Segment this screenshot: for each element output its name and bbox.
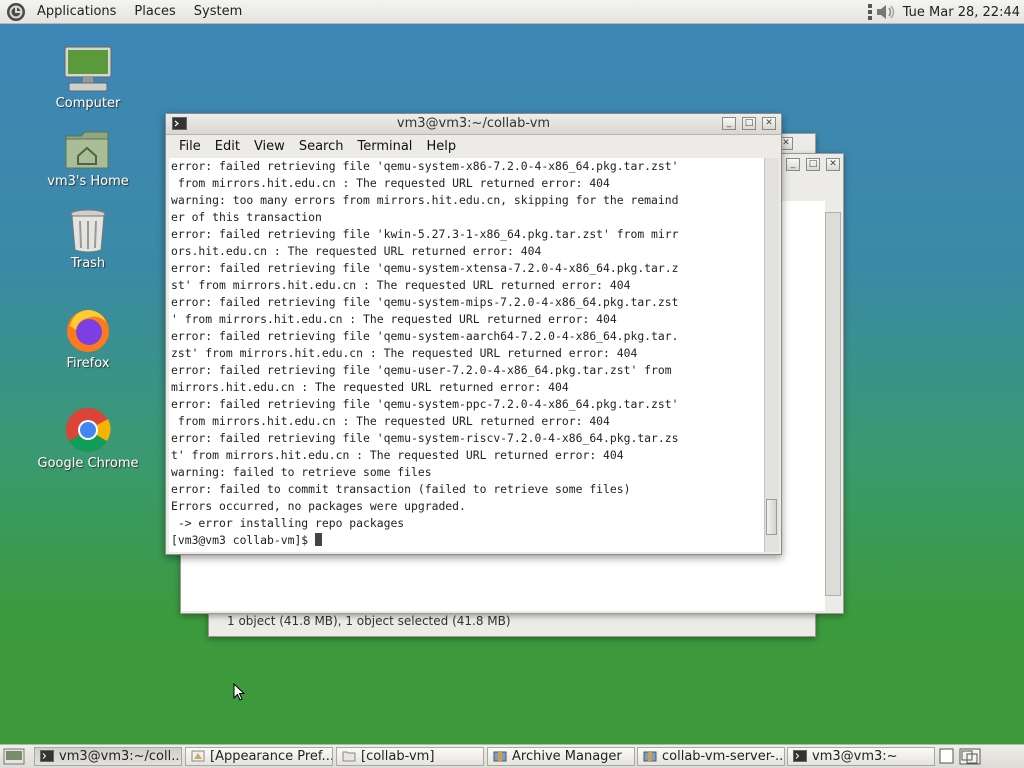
minimize-icon[interactable]: _ bbox=[786, 158, 800, 171]
terminal-titlebar[interactable]: vm3@vm3:~/collab-vm _ □ ✕ bbox=[166, 114, 781, 135]
firefox-icon bbox=[67, 310, 109, 352]
terminal-line: st' from mirrors.hit.edu.cn : The reques… bbox=[171, 278, 631, 292]
task-label: Archive Manager bbox=[512, 749, 622, 764]
panel-tray: Tue Mar 28, 22:44 bbox=[867, 0, 1024, 24]
places-menu[interactable]: Places bbox=[125, 0, 184, 24]
clock[interactable]: Tue Mar 28, 22:44 bbox=[897, 5, 1024, 20]
terminal-output[interactable]: error: failed retrieving file 'qemu-syst… bbox=[169, 158, 766, 552]
desktop-icon-computer[interactable]: Computer bbox=[33, 46, 143, 111]
desktop-icon-label: Google Chrome bbox=[37, 456, 139, 471]
top-panel: Applications Places System Tue Mar 28, 2… bbox=[0, 0, 1024, 24]
appearance-icon bbox=[191, 750, 205, 762]
terminal-scrollbar[interactable] bbox=[764, 158, 779, 552]
maximize-icon[interactable]: □ bbox=[806, 158, 820, 171]
task-terminal-collab[interactable]: vm3@vm3:~/coll... bbox=[34, 747, 182, 766]
prompt-text: [vm3@vm3 collab-vm]$ bbox=[171, 533, 316, 547]
terminal-line: warning: failed to retrieve some files bbox=[171, 465, 432, 479]
task-terminal-home[interactable]: vm3@vm3:~ bbox=[787, 747, 935, 766]
system-menu[interactable]: System bbox=[185, 0, 251, 24]
applications-menu[interactable]: Applications bbox=[28, 0, 125, 24]
menu-edit[interactable]: Edit bbox=[208, 139, 247, 154]
terminal-prompt[interactable]: [vm3@vm3 collab-vm]$ bbox=[171, 532, 766, 549]
terminal-line: error: failed retrieving file 'kwin-5.27… bbox=[171, 227, 679, 241]
task-label: [collab-vm] bbox=[361, 749, 435, 764]
distro-logo-icon[interactable] bbox=[6, 2, 26, 22]
task-label: vm3@vm3:~/coll... bbox=[59, 749, 182, 764]
terminal-icon bbox=[793, 750, 807, 762]
terminal-line: error: failed retrieving file 'qemu-syst… bbox=[171, 261, 679, 275]
terminal-line: error: failed to commit transaction (fai… bbox=[171, 482, 631, 496]
file-browser-scrollbar[interactable] bbox=[825, 212, 841, 596]
volume-icon[interactable] bbox=[875, 2, 897, 22]
workspace-switcher-icon[interactable] bbox=[959, 748, 981, 765]
archive-icon bbox=[493, 751, 507, 762]
chrome-icon bbox=[66, 408, 111, 452]
terminal-line: ' from mirrors.hit.edu.cn : The requeste… bbox=[171, 312, 617, 326]
terminal-line: from mirrors.hit.edu.cn : The requested … bbox=[171, 414, 610, 428]
terminal-line: mirrors.hit.edu.cn : The requested URL r… bbox=[171, 380, 569, 394]
scrollbar-thumb[interactable] bbox=[766, 499, 777, 535]
task-label: vm3@vm3:~ bbox=[812, 749, 898, 764]
desktop-icon-label: Firefox bbox=[66, 356, 110, 371]
menu-search[interactable]: Search bbox=[292, 139, 351, 154]
desktop-icon-chrome[interactable]: Google Chrome bbox=[33, 406, 143, 471]
desktop-icon-label: Computer bbox=[55, 96, 121, 111]
minimize-icon[interactable]: _ bbox=[722, 117, 736, 130]
terminal-window[interactable]: vm3@vm3:~/collab-vm _ □ ✕ File Edit View… bbox=[165, 113, 782, 555]
task-collab-vm-folder[interactable]: [collab-vm] bbox=[336, 747, 484, 766]
window-list-icon[interactable] bbox=[938, 748, 956, 765]
task-appearance-preferences[interactable]: [Appearance Pref... bbox=[185, 747, 333, 766]
desktop-icon-home[interactable]: vm3's Home bbox=[33, 128, 143, 189]
trash-icon bbox=[70, 209, 106, 253]
terminal-line: t' from mirrors.hit.edu.cn : The request… bbox=[171, 448, 624, 462]
terminal-line: ors.hit.edu.cn : The requested URL retur… bbox=[171, 244, 542, 258]
mouse-pointer-icon bbox=[233, 683, 245, 701]
menu-view[interactable]: View bbox=[247, 139, 292, 154]
terminal-icon bbox=[40, 750, 54, 762]
menu-file[interactable]: File bbox=[172, 139, 208, 154]
close-icon[interactable]: ✕ bbox=[762, 117, 776, 130]
desktop-icon-firefox[interactable]: Firefox bbox=[33, 306, 143, 371]
terminal-line: er of this transaction bbox=[171, 210, 322, 224]
terminal-icon bbox=[172, 117, 187, 130]
terminal-line: error: failed retrieving file 'qemu-syst… bbox=[171, 329, 679, 343]
terminal-line: error: failed retrieving file 'qemu-syst… bbox=[171, 159, 679, 173]
task-label: collab-vm-server-... bbox=[662, 749, 785, 764]
terminal-line: -> error installing repo packages bbox=[171, 516, 405, 530]
terminal-line: error: failed retrieving file 'qemu-syst… bbox=[171, 397, 679, 411]
maximize-icon[interactable]: □ bbox=[742, 117, 756, 130]
archive-icon bbox=[643, 751, 657, 762]
terminal-menubar: File Edit View Search Terminal Help bbox=[166, 135, 781, 157]
desktop-icon-label: Trash bbox=[70, 256, 106, 271]
close-icon[interactable]: ✕ bbox=[826, 158, 840, 171]
terminal-line: error: failed retrieving file 'qemu-syst… bbox=[171, 295, 679, 309]
home-folder-icon bbox=[65, 131, 109, 169]
menu-terminal[interactable]: Terminal bbox=[350, 139, 419, 154]
desktop-icon-trash[interactable]: Trash bbox=[33, 208, 143, 271]
task-label: [Appearance Pref... bbox=[210, 749, 333, 764]
terminal-line: zst' from mirrors.hit.edu.cn : The reque… bbox=[171, 346, 638, 360]
text-cursor bbox=[315, 533, 323, 546]
desktop-icon-label: vm3's Home bbox=[47, 174, 129, 189]
folder-icon bbox=[342, 751, 356, 762]
terminal-line: from mirrors.hit.edu.cn : The requested … bbox=[171, 176, 610, 190]
show-desktop-icon[interactable] bbox=[3, 748, 25, 765]
network-icon[interactable] bbox=[867, 3, 875, 21]
terminal-line: warning: too many errors from mirrors.hi… bbox=[171, 193, 679, 207]
terminal-title: vm3@vm3:~/collab-vm bbox=[396, 116, 551, 131]
terminal-line: Errors occurred, no packages were upgrad… bbox=[171, 499, 466, 513]
terminal-line: error: failed retrieving file 'qemu-user… bbox=[171, 363, 672, 377]
archive-status-text: 1 object (41.8 MB), 1 object selected (4… bbox=[227, 614, 511, 628]
task-collab-vm-server-archive[interactable]: collab-vm-server-... bbox=[637, 747, 785, 766]
terminal-line: error: failed retrieving file 'qemu-syst… bbox=[171, 431, 679, 445]
menu-help[interactable]: Help bbox=[419, 139, 463, 154]
bottom-taskbar: vm3@vm3:~/coll... [Appearance Pref... [c… bbox=[0, 744, 1024, 768]
task-archive-manager[interactable]: Archive Manager bbox=[487, 747, 635, 766]
computer-icon bbox=[64, 46, 112, 92]
